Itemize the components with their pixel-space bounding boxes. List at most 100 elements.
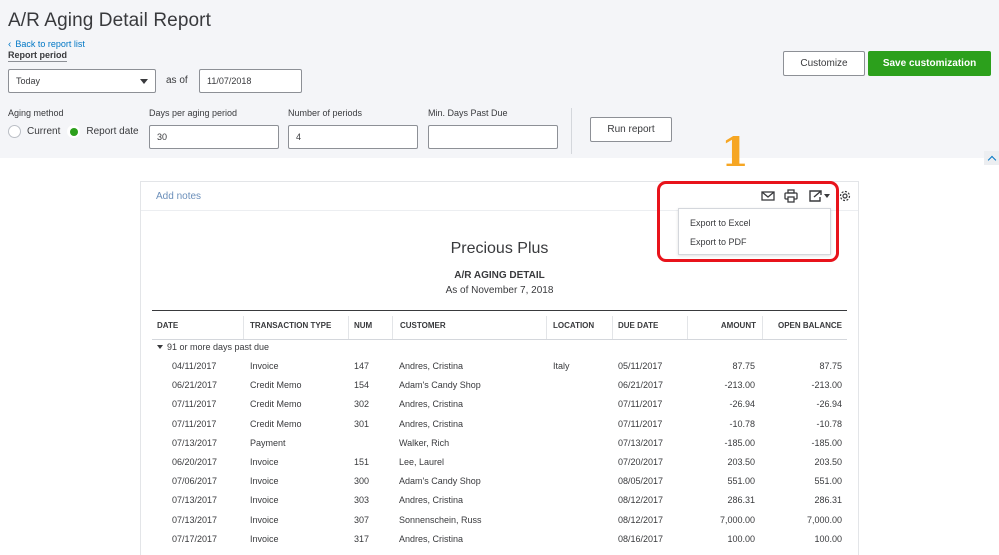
row-amount[interactable]: 87.75 — [732, 361, 755, 371]
row-amount[interactable]: 203.50 — [727, 457, 755, 467]
row-transaction-type: Credit Memo — [250, 380, 302, 391]
save-customization-button[interactable]: Save customization — [868, 51, 991, 76]
table-row[interactable]: 07/13/2017 Payment Walker, Rich 07/13/2017 -… — [152, 435, 847, 454]
row-num: 147 — [354, 361, 370, 371]
days-per-period-input[interactable]: 30 — [149, 125, 279, 149]
row-due-date: 05/11/2017 — [618, 361, 663, 371]
row-date: 07/13/2017 — [172, 495, 218, 506]
row-amount[interactable]: -26.94 — [729, 399, 755, 409]
column-header-customer[interactable]: CUSTOMER — [400, 321, 446, 330]
row-customer: Adam's Candy Shop — [399, 380, 481, 391]
table-row[interactable]: 07/06/2017 Invoice 300 Adam's Candy Shop 08/… — [152, 473, 847, 492]
run-report-button[interactable]: Run report — [590, 117, 672, 142]
row-amount[interactable]: -185.00 — [724, 438, 755, 448]
report-date-radio[interactable] — [67, 125, 81, 138]
row-customer: Walker, Rich — [399, 437, 450, 448]
row-transaction-type: Invoice — [250, 533, 279, 544]
column-header-num[interactable]: NUM — [354, 321, 372, 330]
column-header-date[interactable]: DATE — [157, 321, 178, 330]
row-num: 303 — [354, 495, 370, 506]
aging-group-label: 91 or more days past due — [167, 342, 270, 352]
row-open-balance[interactable]: 286.31 — [814, 495, 842, 505]
column-separator — [762, 316, 763, 339]
row-open-balance[interactable]: -26.94 — [816, 399, 842, 409]
report-period-select[interactable]: Today — [8, 69, 156, 93]
as-of-date-input[interactable]: 11/07/2018 — [199, 69, 302, 93]
row-due-date: 08/05/2017 — [618, 476, 664, 487]
as-of-label: as of — [166, 75, 188, 86]
row-transaction-type: Invoice — [250, 514, 279, 525]
row-num: 154 — [354, 380, 370, 391]
row-num: 317 — [354, 533, 370, 544]
annotation-step-marker: 1 — [721, 129, 749, 176]
row-customer: Andres, Cristina — [399, 399, 464, 410]
table-row[interactable]: 07/11/2017 Credit Memo 302 Andres, Cristina… — [152, 396, 847, 415]
min-days-past-due-label: Min. Days Past Due — [428, 108, 508, 118]
row-amount[interactable]: 286.31 — [727, 495, 755, 505]
aging-method-radio-group: Current Report date — [8, 125, 146, 138]
column-separator — [612, 316, 613, 339]
column-header-location[interactable]: LOCATION — [553, 321, 594, 330]
aging-group-toggle[interactable]: 91 or more days past due — [157, 342, 269, 352]
row-customer: Lee, Laurel — [399, 457, 445, 467]
report-period-label: Report period — [8, 50, 68, 62]
row-customer: Sonnenschein, Russ — [399, 514, 482, 525]
row-open-balance[interactable]: -213.00 — [811, 380, 842, 390]
page-title: A/R Aging Detail Report — [8, 10, 211, 31]
row-date: 04/11/2017 — [172, 361, 217, 371]
row-open-balance[interactable]: -185.00 — [811, 438, 842, 448]
row-amount[interactable]: 100.00 — [727, 534, 755, 544]
row-transaction-type: Credit Memo — [250, 418, 302, 429]
row-amount[interactable]: 551.00 — [727, 476, 755, 486]
column-separator — [687, 316, 688, 339]
row-amount[interactable]: -10.78 — [729, 419, 755, 429]
row-location: Italy — [553, 361, 570, 371]
row-open-balance[interactable]: 7,000.00 — [807, 515, 842, 525]
table-row[interactable]: 04/11/2017 Invoice 147 Andres, Cristina Ital… — [152, 358, 847, 377]
add-notes-link[interactable]: Add notes — [156, 191, 201, 202]
row-due-date: 06/21/2017 — [618, 380, 664, 391]
row-customer: Andres, Cristina — [399, 533, 464, 544]
row-open-balance[interactable]: -10.78 — [816, 419, 842, 429]
row-amount[interactable]: -213.00 — [724, 380, 755, 390]
collapse-header-button[interactable] — [984, 151, 999, 165]
table-row[interactable]: 07/13/2017 Invoice 307 Sonnenschein, Russ 08… — [152, 512, 847, 531]
row-transaction-type: Invoice — [250, 476, 279, 487]
column-header-due-date[interactable]: DUE DATE — [618, 321, 658, 330]
chevron-up-icon — [987, 155, 996, 164]
column-separator — [546, 316, 547, 339]
row-date: 07/11/2017 — [172, 418, 217, 429]
row-due-date: 07/13/2017 — [618, 437, 664, 448]
number-of-periods-input[interactable]: 4 — [288, 125, 418, 149]
table-row[interactable]: 06/21/2017 Credit Memo 154 Adam's Candy Sho… — [152, 377, 847, 396]
report-company-name: Precious Plus — [450, 240, 549, 257]
row-date: 06/21/2017 — [172, 380, 218, 391]
row-customer: Andres, Cristina — [399, 361, 464, 371]
row-open-balance[interactable]: 100.00 — [814, 534, 842, 544]
min-days-past-due-input[interactable] — [428, 125, 558, 149]
table-row[interactable]: 06/20/2017 Invoice 151 Lee, Laurel 07/20/201… — [152, 454, 847, 473]
row-customer: Andres, Cristina — [399, 495, 464, 506]
report-title: A/R AGING DETAIL — [454, 270, 545, 281]
table-row[interactable]: 07/13/2017 Invoice 303 Andres, Cristina 08/1… — [152, 492, 847, 511]
current-radio[interactable] — [8, 125, 21, 138]
row-transaction-type: Invoice — [250, 495, 279, 506]
report-period-value: Today — [16, 76, 41, 86]
row-due-date: 08/12/2017 — [618, 495, 664, 506]
row-open-balance[interactable]: 87.75 — [819, 361, 842, 371]
row-customer: Adam's Candy Shop — [399, 476, 481, 487]
table-row[interactable]: 07/11/2017 Credit Memo 301 Andres, Cristina… — [152, 416, 847, 435]
customize-button[interactable]: Customize — [783, 51, 865, 76]
column-header-open-balance[interactable]: OPEN BALANCE — [765, 321, 842, 330]
table-row[interactable]: 07/17/2017 Invoice 317 Andres, Cristina 08/1… — [152, 531, 847, 550]
column-header-amount[interactable]: AMOUNT — [694, 321, 756, 330]
number-of-periods-label: Number of periods — [288, 108, 363, 118]
row-transaction-type: Invoice — [250, 457, 279, 467]
row-transaction-type: Credit Memo — [250, 399, 302, 410]
row-open-balance[interactable]: 203.50 — [814, 457, 842, 467]
row-open-balance[interactable]: 551.00 — [814, 476, 842, 486]
back-to-report-list-link[interactable]: ‹ Back to report list — [8, 39, 85, 49]
gear-icon[interactable] — [838, 189, 852, 203]
row-amount[interactable]: 7,000.00 — [720, 515, 755, 525]
column-header-transaction-type[interactable]: TRANSACTION TYPE — [250, 321, 331, 330]
